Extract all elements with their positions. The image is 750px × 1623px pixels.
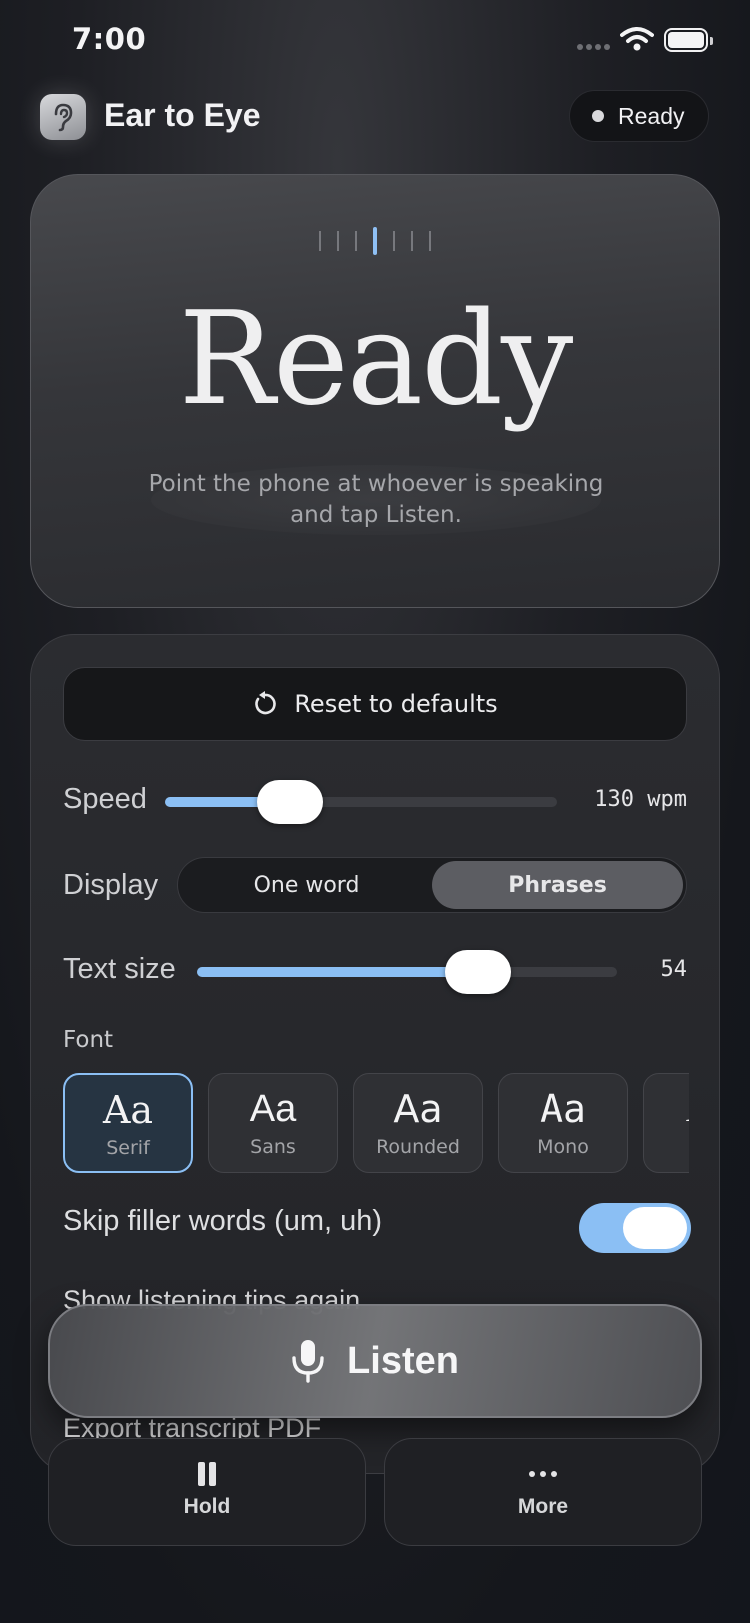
- text-size-slider[interactable]: [197, 950, 617, 994]
- cellular-signal-icon: [577, 44, 610, 50]
- text-size-value: 54: [660, 957, 688, 982]
- hold-button[interactable]: Hold: [48, 1438, 366, 1546]
- hold-label: Hold: [183, 1495, 231, 1518]
- display-option-phrases[interactable]: Phrases: [432, 861, 683, 909]
- pause-icon: [198, 1462, 216, 1486]
- speed-slider[interactable]: [165, 780, 557, 824]
- speed-label: Speed: [63, 783, 147, 815]
- reset-icon: [255, 691, 277, 715]
- reset-defaults-button[interactable]: Reset to defaults: [63, 667, 687, 741]
- reset-defaults-label: Reset to defaults: [294, 690, 498, 718]
- app-title: Ear to Eye: [104, 97, 261, 133]
- more-icon: [529, 1471, 557, 1477]
- font-option-label: Ge: [644, 1136, 689, 1158]
- font-section-label: Font: [63, 1027, 114, 1053]
- reading-position-ticks: [31, 227, 719, 255]
- listen-button[interactable]: Listen: [48, 1304, 702, 1418]
- toggle-knob: [623, 1207, 687, 1249]
- hint-text: Point the phone at whoever is speaking a…: [148, 471, 604, 528]
- status-time: 7:00: [72, 22, 147, 56]
- font-option-label: Mono: [537, 1136, 589, 1158]
- status-badge: Ready: [569, 90, 709, 142]
- skip-filler-label: Skip filler words (um, uh): [63, 1205, 383, 1237]
- font-option-serif[interactable]: Aa Serif: [63, 1073, 193, 1173]
- font-option-rounded[interactable]: Aa Rounded: [353, 1073, 483, 1173]
- wifi-icon: [620, 27, 654, 51]
- display-mode-control[interactable]: One word Phrases: [177, 857, 687, 913]
- reader-display: Ready Point the phone at whoever is spea…: [30, 174, 720, 608]
- font-sample: Aa: [644, 1086, 689, 1132]
- font-option-mono[interactable]: Aa Mono: [498, 1073, 628, 1173]
- text-size-label: Text size: [63, 953, 176, 985]
- font-option-label: Serif: [106, 1137, 150, 1159]
- more-label: More: [517, 1495, 569, 1518]
- display-option-one-word[interactable]: One word: [181, 861, 432, 909]
- speed-value: 130 wpm: [594, 787, 687, 812]
- font-option-label: Rounded: [376, 1136, 460, 1158]
- app-header: Ear to Eye Ready: [0, 90, 750, 146]
- font-option-ge[interactable]: Aa Ge: [643, 1073, 689, 1173]
- battery-icon: [664, 28, 713, 52]
- listen-label: Listen: [347, 1339, 459, 1382]
- status-badge-label: Ready: [618, 102, 685, 129]
- font-sample: Aa: [393, 1087, 443, 1131]
- current-word: Ready: [178, 285, 574, 434]
- text-size-slider-fill: [197, 967, 479, 977]
- font-option-sans[interactable]: Aa Sans: [208, 1073, 338, 1173]
- font-picker[interactable]: Aa Serif Aa Sans Aa Rounded Aa Mono Aa G…: [63, 1073, 689, 1175]
- text-size-slider-thumb[interactable]: [445, 950, 512, 994]
- skip-filler-toggle[interactable]: [579, 1203, 691, 1253]
- font-option-label: Sans: [250, 1136, 296, 1158]
- status-bar: 7:00: [0, 0, 750, 84]
- font-sample: Aa: [540, 1087, 586, 1131]
- font-sample: Aa: [249, 1088, 297, 1130]
- speed-slider-thumb[interactable]: [257, 780, 324, 824]
- font-sample: Aa: [102, 1088, 154, 1132]
- display-label: Display: [63, 869, 159, 901]
- status-dot-icon: [592, 110, 604, 122]
- more-button[interactable]: More: [384, 1438, 702, 1546]
- microphone-icon: [292, 1340, 324, 1383]
- ear-icon: [40, 94, 86, 140]
